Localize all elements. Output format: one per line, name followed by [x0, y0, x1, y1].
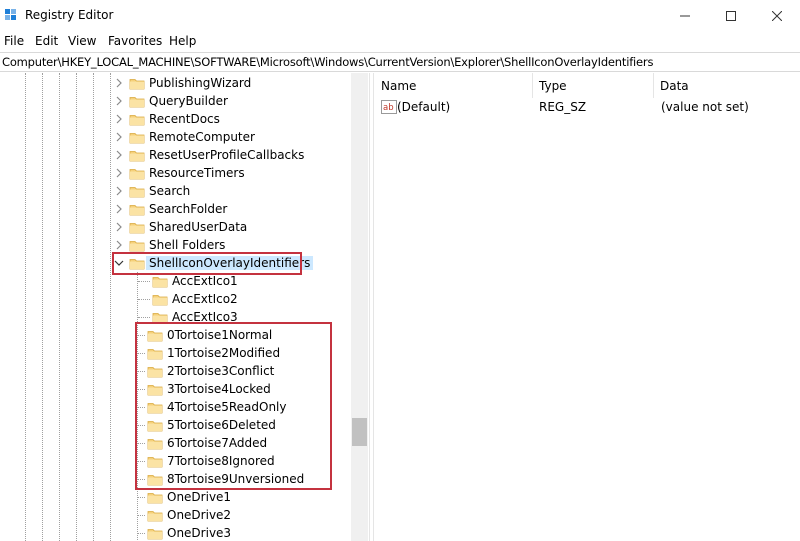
- tree-child-item[interactable]: OneDrive3: [147, 524, 231, 541]
- tree-item-label: ResetUserProfileCallbacks: [149, 148, 305, 162]
- menu-bar: File Edit View Favorites Help: [0, 31, 800, 51]
- menu-edit[interactable]: Edit: [35, 34, 58, 48]
- folder-icon: [129, 183, 145, 199]
- tree-item[interactable]: SearchFolder: [129, 200, 227, 218]
- chevron-right-icon[interactable]: [114, 78, 124, 88]
- column-data[interactable]: Data: [654, 73, 800, 98]
- folder-icon: [129, 201, 145, 217]
- value-row[interactable]: ab (Default) REG_SZ (value not set): [375, 98, 800, 116]
- tree-connector: [76, 73, 77, 541]
- folder-icon: [129, 165, 145, 181]
- values-pane[interactable]: Name Type Data ab (Default) REG_SZ (valu…: [375, 73, 800, 541]
- tree-item-label: OneDrive2: [167, 508, 232, 522]
- chevron-right-icon[interactable]: [114, 168, 124, 178]
- minimize-icon: [680, 15, 690, 16]
- tree-item[interactable]: PublishingWizard: [129, 74, 251, 92]
- close-button[interactable]: [754, 0, 800, 31]
- column-name[interactable]: Name: [375, 73, 533, 98]
- menu-file[interactable]: File: [4, 34, 24, 48]
- tree-connector: [138, 299, 150, 300]
- folder-icon: [152, 273, 168, 289]
- tree-scrollbar[interactable]: [351, 73, 368, 541]
- tree-item[interactable]: SharedUserData: [129, 218, 247, 236]
- value-name: (Default): [397, 100, 451, 114]
- folder-icon: [152, 291, 168, 307]
- highlight-tortoise-keys: [135, 322, 332, 490]
- menu-favorites[interactable]: Favorites: [108, 34, 162, 48]
- menu-view[interactable]: View: [68, 34, 96, 48]
- scroll-thumb[interactable]: [352, 418, 367, 446]
- pane-splitter[interactable]: [369, 73, 374, 541]
- chevron-right-icon[interactable]: [114, 204, 124, 214]
- tree-item[interactable]: ResetUserProfileCallbacks: [129, 146, 304, 164]
- tree-item-label: RecentDocs: [149, 112, 220, 126]
- tree-item-label: SearchFolder: [149, 202, 228, 216]
- tree-item-label: RemoteComputer: [149, 130, 255, 144]
- chevron-right-icon[interactable]: [114, 114, 124, 124]
- folder-icon: [129, 129, 145, 145]
- tree-pane[interactable]: PublishingWizard QueryBuilder RecentDocs Re…: [0, 73, 351, 541]
- tree-connector: [59, 73, 60, 541]
- chevron-right-icon[interactable]: [114, 240, 124, 250]
- highlight-selected-key: [112, 252, 302, 275]
- maximize-icon: [726, 10, 736, 21]
- tree-item-label: OneDrive1: [167, 490, 232, 504]
- close-icon: [772, 10, 782, 21]
- folder-icon: [129, 237, 145, 253]
- tree-connector: [110, 73, 111, 541]
- title-bar: Registry Editor: [0, 0, 800, 31]
- tree-item-label: Shell Folders: [149, 238, 226, 252]
- chevron-right-icon[interactable]: [114, 222, 124, 232]
- tree-item-label: Search: [149, 184, 191, 198]
- tree-child-item[interactable]: AccExtIco2: [152, 290, 238, 308]
- tree-item[interactable]: Search: [129, 182, 190, 200]
- tree-child-item[interactable]: OneDrive2: [147, 506, 231, 524]
- registry-editor-icon: [5, 9, 18, 22]
- folder-icon: [129, 111, 145, 127]
- window-title: Registry Editor: [25, 8, 114, 22]
- folder-icon: [129, 147, 145, 163]
- tree-connector: [25, 73, 26, 541]
- value-type: REG_SZ: [539, 100, 587, 114]
- chevron-right-icon[interactable]: [114, 132, 124, 142]
- tree-connector: [138, 281, 150, 282]
- folder-icon: [147, 507, 163, 523]
- tree-item-label: AccExtIco1: [172, 274, 238, 288]
- chevron-right-icon[interactable]: [114, 186, 124, 196]
- tree-connector: [138, 497, 145, 498]
- menu-help[interactable]: Help: [169, 34, 196, 48]
- tree-item-label: ResourceTimers: [149, 166, 245, 180]
- tree-item[interactable]: RemoteComputer: [129, 128, 255, 146]
- tree-connector: [138, 515, 145, 516]
- folder-icon: [129, 75, 145, 91]
- svg-text:ab: ab: [383, 103, 394, 113]
- minimize-button[interactable]: [662, 0, 708, 31]
- value-data: (value not set): [661, 100, 749, 114]
- tree-item-label: AccExtIco2: [172, 292, 238, 306]
- column-type[interactable]: Type: [533, 73, 654, 98]
- maximize-button[interactable]: [708, 0, 754, 31]
- string-value-icon: ab: [381, 100, 397, 114]
- tree-item-label: QueryBuilder: [149, 94, 228, 108]
- tree-item[interactable]: QueryBuilder: [129, 92, 228, 110]
- address-bar[interactable]: Computer\HKEY_LOCAL_MACHINE\SOFTWARE\Mic…: [0, 52, 800, 72]
- tree-item-label: PublishingWizard: [149, 76, 252, 90]
- folder-icon: [147, 525, 163, 541]
- tree-item-label: SharedUserData: [149, 220, 248, 234]
- tree-item[interactable]: RecentDocs: [129, 110, 220, 128]
- tree-connector: [42, 73, 43, 541]
- chevron-right-icon[interactable]: [114, 150, 124, 160]
- tree-item-label: OneDrive3: [167, 526, 232, 540]
- tree-connector: [138, 533, 145, 534]
- tree-connector: [138, 317, 150, 318]
- tree-connector: [93, 73, 94, 541]
- address-path: Computer\HKEY_LOCAL_MACHINE\SOFTWARE\Mic…: [2, 55, 654, 69]
- tree-item[interactable]: ResourceTimers: [129, 164, 245, 182]
- folder-icon: [129, 93, 145, 109]
- chevron-right-icon[interactable]: [114, 96, 124, 106]
- folder-icon: [129, 219, 145, 235]
- folder-icon: [147, 489, 163, 505]
- tree-child-item[interactable]: OneDrive1: [147, 488, 231, 506]
